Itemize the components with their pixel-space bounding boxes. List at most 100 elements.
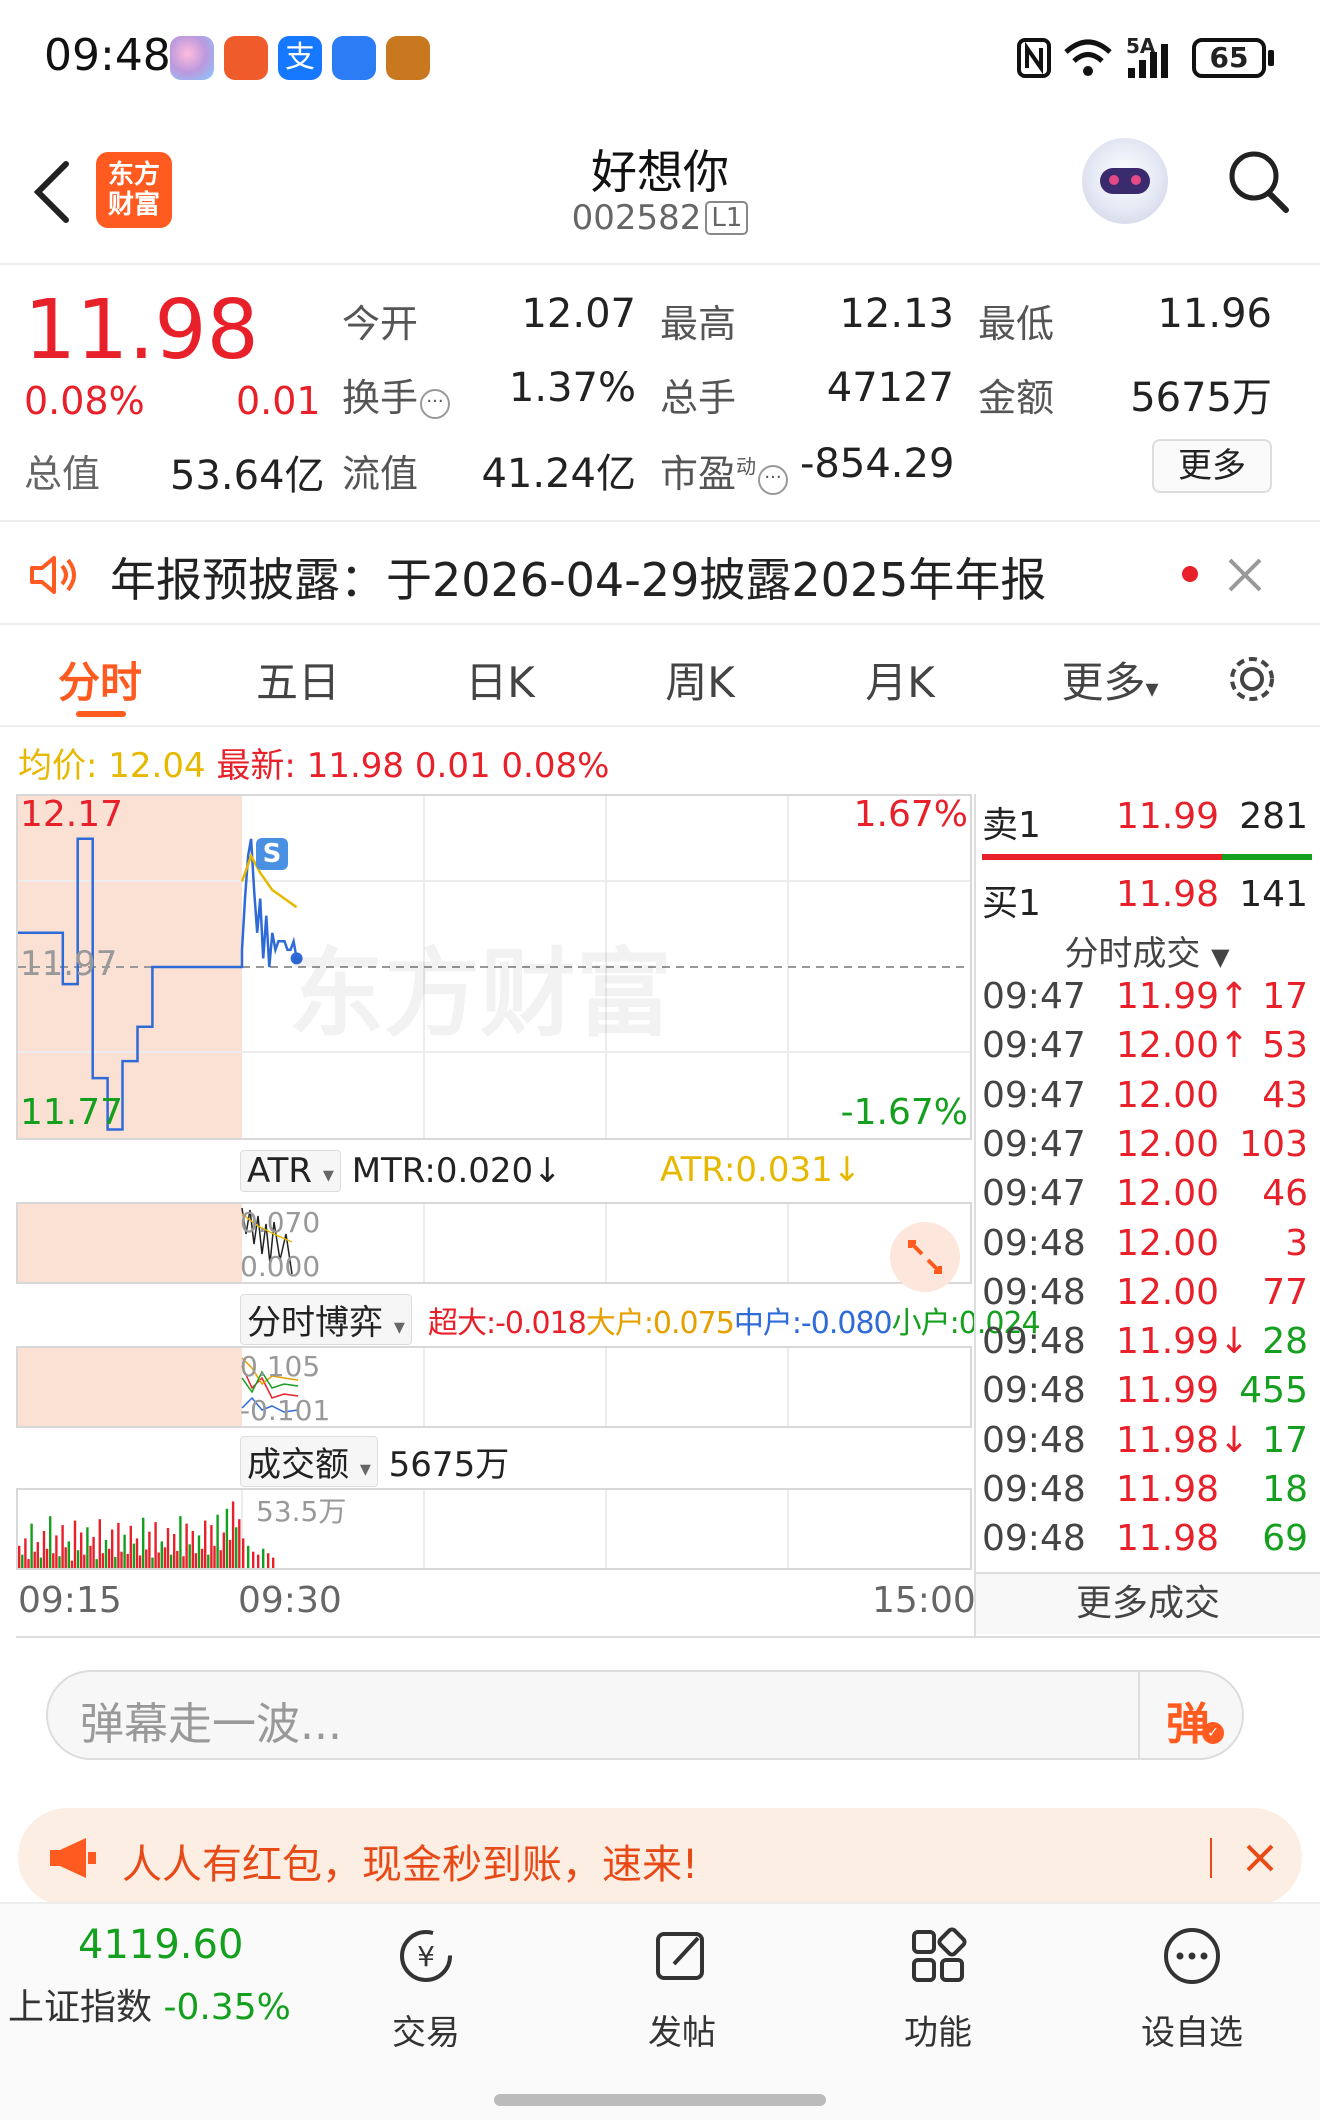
volume-bars [18, 1501, 275, 1568]
trade-icon: ¥ [400, 1930, 452, 1982]
volume-bar [163, 1547, 167, 1568]
trade-row: 09:47 12.00 103 [982, 1124, 1312, 1173]
notice-bar[interactable]: 年报预披露：于2026-04-29披露2025年年报 [0, 520, 1320, 625]
info-icon[interactable]: ··· [420, 389, 451, 419]
buy1-volume: 141 [1239, 874, 1308, 915]
robot-eye-left [1109, 175, 1119, 185]
nav-add-watchlist[interactable]: 设自选 [1112, 1924, 1272, 2054]
latest-pct: 0.08% [501, 746, 610, 786]
volume-bar [49, 1516, 52, 1568]
atr-chart: 0.070 0.000 [16, 1202, 972, 1292]
volume-max-label: 53.5万 [256, 1495, 347, 1528]
float-label: 流值 [342, 452, 419, 496]
nav-add-watchlist-label: 设自选 [1141, 2013, 1243, 2053]
robot-eye-right [1131, 175, 1141, 185]
volume-bar [132, 1543, 136, 1568]
turnover: 1.37% [508, 365, 636, 411]
turnover-label-text: 换手 [342, 376, 419, 420]
latest-change: 0.01 [414, 746, 491, 786]
tab-five-day[interactable]: 五日 [238, 649, 358, 710]
promo-banner[interactable]: 人人有红包，现金秒到账，速来! [18, 1808, 1302, 1906]
trade-time: 09:48 [982, 1469, 1086, 1510]
pe: -854.29 [800, 441, 955, 487]
bottom-bar: 4119.60 上证指数 -0.35% ¥ 交易 发帖 功能 设自选 [0, 1902, 1320, 2120]
volume-bar [225, 1508, 229, 1568]
volume-bar [151, 1557, 154, 1568]
post-edit-icon [656, 1932, 704, 1980]
trade-volume: 69 [1262, 1518, 1308, 1560]
s-marker-badge[interactable]: S [256, 838, 288, 870]
time-start-label: 09:15 [18, 1580, 122, 1621]
open: 12.07 [521, 291, 636, 337]
close-icon[interactable] [1226, 556, 1264, 594]
danmu-input-box[interactable]: 弹幕走一波... 弹 ✓ [46, 1670, 1244, 1760]
tab-fenshi[interactable]: 分时 [40, 649, 160, 710]
danmu-placeholder[interactable]: 弹幕走一波... [80, 1688, 342, 1752]
trade-volume: 28 [1262, 1321, 1308, 1363]
volume-bar [101, 1553, 105, 1568]
status-time: 09:48 [44, 30, 171, 81]
tab-more-label: 更多 [1061, 658, 1146, 707]
turnover-label: 换手 ··· [342, 367, 451, 422]
tab-weekly-k[interactable]: 周K [640, 649, 760, 710]
search-icon[interactable] [1226, 148, 1292, 218]
buy1-row[interactable]: 买1 11.98 141 [982, 874, 1312, 924]
volume-bar [64, 1547, 67, 1568]
volume-select-label: 成交额 [247, 1445, 349, 1485]
robot-assistant-icon[interactable] [1082, 138, 1168, 224]
open-label: 今开 [342, 302, 419, 346]
index-name: 上证指数 [8, 1987, 153, 2028]
trade-time: 09:47 [982, 1173, 1086, 1215]
volume-bar [262, 1548, 265, 1568]
buy1-label: 买1 [982, 883, 1041, 924]
price-chart[interactable]: 东方财富 12.17 11.97 11.77 1.67% -1.67% S [16, 794, 972, 1140]
boyi-select[interactable]: 分时博弈 ▾ [240, 1294, 412, 1345]
volume-chart: 53.5万 [16, 1488, 972, 1570]
volume-bar [73, 1520, 77, 1568]
notice-text: 年报预披露：于2026-04-29披露2025年年报 [110, 553, 1047, 607]
tab-more[interactable]: 更多▾ [1040, 649, 1180, 710]
volume-select[interactable]: 成交额 ▾ [240, 1436, 378, 1487]
atr-select[interactable]: ATR ▾ [240, 1150, 341, 1192]
index-row[interactable]: 上证指数 -0.35% [8, 1978, 291, 2030]
volume-bar [242, 1538, 245, 1568]
trade-time: 09:48 [982, 1222, 1086, 1264]
volume-bar [107, 1548, 111, 1568]
tab-daily-k[interactable]: 日K [440, 649, 560, 710]
trades-title[interactable]: 分时成交 ▼ [982, 926, 1312, 975]
pe-info-icon[interactable]: ··· [758, 465, 789, 495]
nav-functions[interactable]: 功能 [858, 1924, 1018, 2054]
amount: 5675万 [1130, 375, 1272, 421]
tab-monthly-k[interactable]: 月K [840, 649, 960, 710]
danmu-send-button[interactable]: 弹 ✓ [1138, 1672, 1244, 1758]
volume-bar [86, 1527, 89, 1568]
index-value[interactable]: 4119.60 [78, 1922, 243, 1968]
volume-bar [67, 1541, 70, 1568]
trade-time: 09:47 [982, 1123, 1086, 1165]
quote-panel: 11.98 0.08% 0.01 总值 53.64亿 今开 12.07 最高 1… [0, 267, 1320, 517]
chevron-down-icon: ▾ [359, 1457, 371, 1482]
trade-price: 12.00 [1116, 1222, 1220, 1264]
more-trades-button[interactable]: 更多成交 [976, 1572, 1320, 1634]
volume-bar [70, 1560, 74, 1568]
volume-bar [154, 1522, 157, 1568]
robot-visor [1100, 168, 1150, 194]
volume-bar [114, 1556, 117, 1568]
more-button[interactable]: 更多 [1152, 439, 1272, 493]
volume-svg [18, 1490, 789, 1568]
settings-gear-icon[interactable] [1224, 651, 1280, 707]
boyi-values: 超大:-0.018大户:0.075中户:-0.080小户:0.024 [428, 1298, 1041, 1342]
trade-row: 09:48 11.99↓ 28 [982, 1321, 1312, 1370]
volume-bar [145, 1549, 148, 1568]
sell1-row[interactable]: 卖1 11.99 281 [982, 796, 1312, 846]
volume-bar [179, 1516, 182, 1568]
float-cap: 41.24亿 [481, 451, 636, 497]
atr-bottom-label: 0.000 [240, 1250, 321, 1283]
volume-bar [148, 1531, 151, 1568]
promo-close-icon[interactable] [1244, 1842, 1276, 1874]
nav-post[interactable]: 发帖 [602, 1924, 762, 2054]
nav-trade[interactable]: ¥ 交易 [346, 1924, 506, 2054]
battery-level: 65 [1209, 41, 1249, 74]
expand-chart-button[interactable] [890, 1222, 960, 1292]
trade-price: 11.99↓ [1116, 1321, 1250, 1363]
